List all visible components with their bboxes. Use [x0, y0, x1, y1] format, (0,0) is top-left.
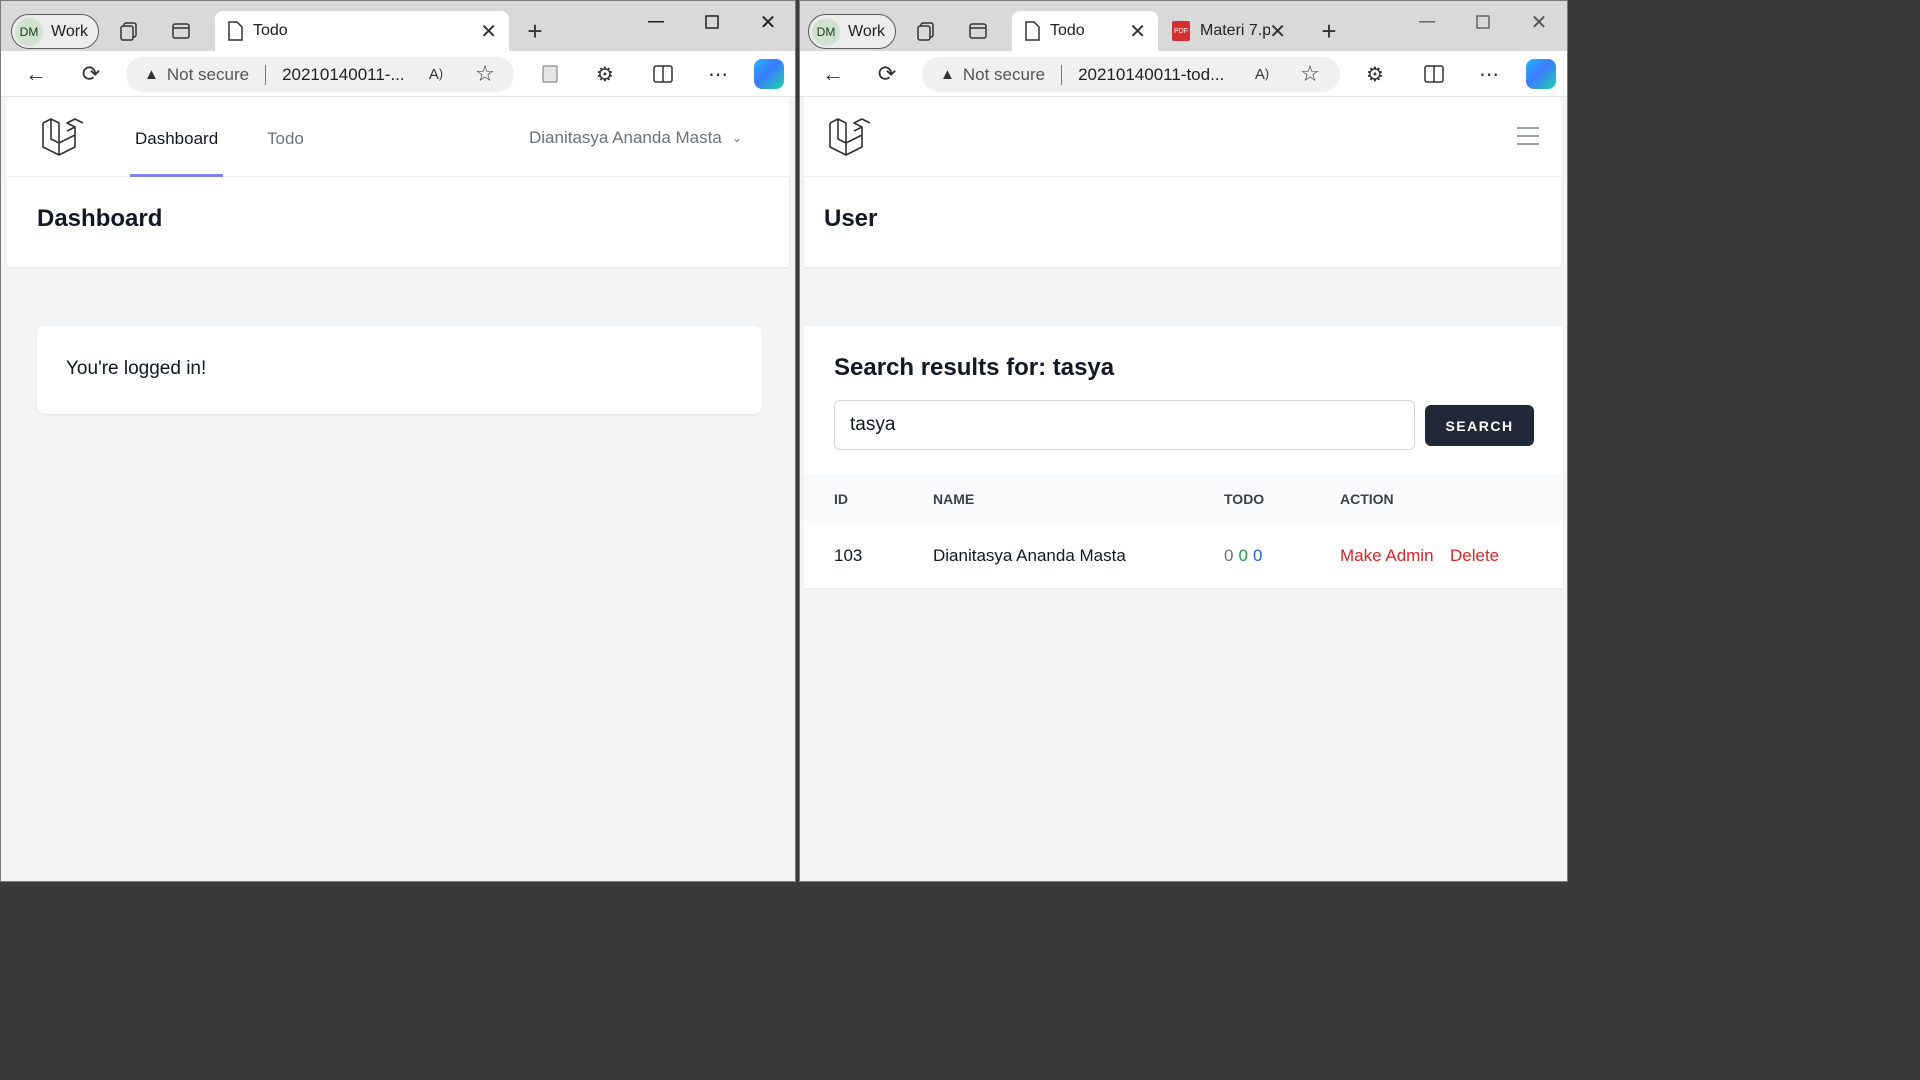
page-icon — [1025, 21, 1040, 41]
more-menu-icon[interactable]: ⋯ — [1474, 59, 1504, 89]
browser-toolbar: ← ⟳ ▲ Not secure 20210140011-tod... A) ☆… — [800, 51, 1567, 97]
split-screen-icon[interactable] — [648, 59, 678, 89]
reader-icon[interactable] — [535, 59, 565, 89]
url-text: 20210140011-... — [282, 64, 405, 84]
top-navigation: Dashboard Todo Dianitasya Ananda Masta ⌄ — [7, 97, 789, 177]
extensions-icon[interactable]: ⚙ — [1360, 59, 1390, 89]
close-tab-icon[interactable]: ✕ — [1269, 19, 1286, 44]
laravel-logo-icon[interactable] — [39, 115, 83, 159]
workspaces-icon[interactable] — [114, 16, 144, 46]
user-dropdown[interactable]: Dianitasya Ananda Masta ⌄ — [529, 128, 742, 148]
vertical-tabs-icon[interactable] — [963, 16, 993, 46]
maximize-icon[interactable] — [1468, 9, 1498, 35]
search-results-title: Search results for: tasya — [834, 354, 1115, 381]
tab-pdf[interactable]: PDF Materi 7.p ✕ — [1160, 11, 1298, 51]
close-tab-icon[interactable]: ✕ — [1129, 19, 1146, 44]
profile-label: Work — [51, 22, 89, 40]
close-window-icon[interactable]: ✕ — [1524, 9, 1554, 35]
column-header-id: ID — [834, 491, 848, 507]
close-tab-icon[interactable]: ✕ — [480, 19, 497, 44]
address-bar[interactable]: ▲ Not secure 20210140011-tod... — [922, 57, 1340, 92]
profile-label: Work — [848, 22, 886, 40]
user-search-card: Search results for: tasya SEARCH ID NAME… — [804, 326, 1563, 588]
column-header-name: NAME — [933, 491, 975, 507]
minimize-icon[interactable] — [1412, 9, 1442, 35]
browser-window-right: DM Work Todo ✕ PDF Materi 7.p ✕ + ✕ ← ⟳ … — [799, 0, 1568, 882]
maximize-icon[interactable] — [697, 9, 727, 35]
tab-todo[interactable]: Todo ✕ — [1012, 11, 1158, 51]
copilot-icon[interactable] — [1526, 59, 1556, 89]
status-card: You're logged in! — [37, 326, 762, 414]
security-label: Not secure — [962, 64, 1046, 84]
chevron-down-icon: ⌄ — [731, 131, 742, 145]
back-icon[interactable]: ← — [21, 59, 51, 89]
new-tab-icon[interactable]: + — [520, 16, 550, 46]
minimize-icon[interactable] — [641, 9, 671, 35]
tab-todo[interactable]: Todo ✕ — [215, 11, 509, 51]
read-aloud-icon[interactable]: A) — [421, 59, 451, 89]
browser-window-left: DM Work Todo ✕ + ✕ ← ⟳ ▲ Not secure 2021… — [0, 0, 796, 882]
extensions-icon[interactable]: ⚙ — [590, 59, 620, 89]
delete-button[interactable]: Delete — [1450, 546, 1499, 566]
nav-dashboard[interactable]: Dashboard — [135, 129, 218, 149]
nav-todo[interactable]: Todo — [267, 129, 304, 149]
back-icon[interactable]: ← — [818, 59, 848, 89]
refresh-icon[interactable]: ⟳ — [76, 59, 106, 89]
workspaces-icon[interactable] — [911, 16, 941, 46]
pdf-icon: PDF — [1172, 21, 1190, 41]
copilot-icon[interactable] — [754, 59, 784, 89]
column-header-todo: TODO — [1224, 491, 1265, 507]
vertical-tabs-icon[interactable] — [166, 16, 196, 46]
tab-label: Todo — [1050, 22, 1085, 39]
read-aloud-icon[interactable]: A) — [1247, 59, 1277, 89]
make-admin-button[interactable]: Make Admin — [1340, 546, 1434, 566]
todo-count-total: 0 — [1224, 546, 1234, 565]
todo-count-pending: 0 — [1252, 546, 1263, 565]
table-row: 103 Dianitasya Ananda Masta 0 0 0 Make A… — [804, 524, 1563, 588]
todo-count-done: 0 — [1238, 546, 1248, 565]
tab-bar: DM Work Todo ✕ PDF Materi 7.p ✕ + ✕ — [800, 1, 1567, 51]
split-screen-icon[interactable] — [1419, 59, 1449, 89]
column-header-action: ACTION — [1340, 491, 1394, 507]
user-name: Dianitasya Ananda Masta — [933, 546, 1126, 565]
page-content: Dashboard Todo Dianitasya Ananda Masta ⌄… — [7, 97, 789, 881]
new-tab-icon[interactable]: + — [1314, 16, 1344, 46]
browser-toolbar: ← ⟳ ▲ Not secure 20210140011-... A) ☆ ⚙ … — [1, 51, 795, 97]
warning-icon: ▲ — [940, 66, 955, 83]
login-message: You're logged in! — [66, 358, 207, 379]
refresh-icon[interactable]: ⟳ — [872, 59, 902, 89]
avatar: DM — [15, 17, 43, 46]
warning-icon: ▲ — [144, 66, 159, 83]
url-text: 20210140011-tod... — [1078, 64, 1225, 84]
tab-bar: DM Work Todo ✕ + ✕ — [1, 1, 795, 51]
more-menu-icon[interactable]: ⋯ — [703, 59, 733, 89]
todo-counts: 0 0 0 — [1224, 546, 1262, 566]
profile-button[interactable]: DM Work — [11, 14, 100, 49]
hamburger-menu-icon[interactable] — [1517, 127, 1539, 145]
page-title: Dashboard — [37, 205, 163, 232]
page-icon — [228, 21, 243, 41]
laravel-logo-icon[interactable] — [826, 115, 870, 159]
user-name: Dianitasya Ananda Masta — [529, 128, 722, 147]
address-bar[interactable]: ▲ Not secure 20210140011-... — [126, 57, 514, 92]
divider — [1061, 64, 1063, 85]
close-window-icon[interactable]: ✕ — [753, 9, 783, 35]
page-header: User — [804, 177, 1561, 267]
table-header: ID NAME TODO ACTION — [804, 474, 1563, 524]
page-header: Dashboard — [7, 177, 789, 267]
profile-button[interactable]: DM Work — [808, 14, 897, 49]
favorite-star-icon[interactable]: ☆ — [1295, 59, 1325, 89]
avatar: DM — [812, 17, 840, 46]
tab-label: Materi 7.p — [1200, 22, 1270, 39]
favorite-star-icon[interactable]: ☆ — [470, 59, 500, 89]
divider — [265, 64, 267, 85]
tab-label: Todo — [253, 22, 288, 39]
security-label: Not secure — [166, 64, 250, 84]
search-button[interactable]: SEARCH — [1425, 405, 1534, 446]
top-navigation — [804, 97, 1561, 177]
search-input[interactable] — [834, 400, 1415, 450]
page-content: User Search results for: tasya SEARCH ID… — [804, 97, 1563, 881]
page-title: User — [824, 205, 878, 232]
user-id: 103 — [834, 546, 863, 565]
